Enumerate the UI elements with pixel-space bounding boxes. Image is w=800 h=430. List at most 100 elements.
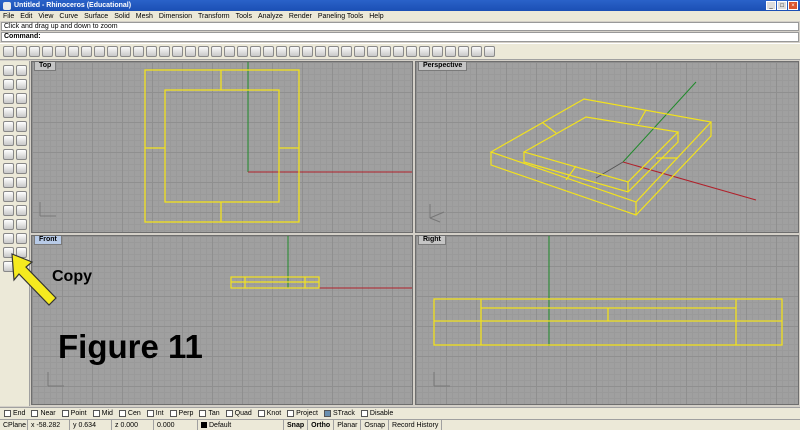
gumball-icon[interactable] (419, 46, 430, 57)
print-icon[interactable] (42, 46, 53, 57)
rendered-sphere-icon[interactable] (341, 46, 352, 57)
menu-analyze[interactable]: Analyze (258, 13, 283, 20)
zoom-extents-icon[interactable] (172, 46, 183, 57)
menu-solid[interactable]: Solid (114, 13, 130, 20)
osnap-disable[interactable]: Disable (360, 410, 393, 417)
menu-file[interactable]: File (3, 13, 14, 20)
ortho-toggle[interactable]: Ortho (308, 420, 335, 430)
snap-filter-icon[interactable] (445, 46, 456, 57)
minimize-icon[interactable]: _ (766, 1, 776, 10)
polyline-icon[interactable] (3, 79, 14, 90)
maximize-icon[interactable]: □ (777, 1, 787, 10)
viewport-front[interactable]: Front (31, 235, 413, 405)
menu-help[interactable]: Help (369, 13, 383, 20)
curve-icon[interactable] (16, 79, 27, 90)
join-icon[interactable] (3, 219, 14, 230)
boolean-icon[interactable] (16, 163, 27, 174)
cut-icon[interactable] (68, 46, 79, 57)
viewport-top[interactable]: Top (31, 61, 413, 233)
osnap-end[interactable]: End (4, 410, 25, 417)
osnap-checkbox[interactable] (146, 410, 154, 417)
undo-view-icon[interactable] (198, 46, 209, 57)
cylinder-icon[interactable] (16, 149, 27, 160)
osnap-checkbox[interactable] (257, 410, 265, 417)
cut-plane-icon[interactable] (458, 46, 469, 57)
osnap-project[interactable]: Project (287, 410, 318, 417)
extrude-icon[interactable] (16, 135, 27, 146)
viewport-label-top[interactable]: Top (34, 62, 57, 71)
cplane-icon[interactable] (224, 46, 235, 57)
material-icon[interactable] (380, 46, 391, 57)
light-bulb-icon[interactable] (276, 46, 287, 57)
menu-view[interactable]: View (38, 13, 53, 20)
import-icon[interactable] (55, 46, 66, 57)
viewport-label-right[interactable]: Right (418, 236, 446, 245)
osnap-checkbox[interactable] (4, 410, 11, 417)
zoom-selected-icon[interactable] (185, 46, 196, 57)
surface-icon[interactable] (3, 135, 14, 146)
osnap-perp[interactable]: Perp (169, 410, 193, 417)
ghosted-sphere-icon[interactable] (354, 46, 365, 57)
lock-icon[interactable] (263, 46, 274, 57)
menu-curve[interactable]: Curve (59, 13, 78, 20)
select-arrow-icon[interactable] (3, 65, 14, 76)
circle-icon[interactable] (3, 93, 14, 104)
osnap-mid[interactable]: Mid (92, 410, 113, 417)
osnap-checkbox[interactable] (92, 410, 100, 417)
render-icon[interactable] (367, 46, 378, 57)
explode-icon[interactable] (16, 219, 27, 230)
osnap-checkbox[interactable] (225, 410, 233, 417)
filter-icon[interactable] (432, 46, 443, 57)
undo-icon[interactable] (107, 46, 118, 57)
osnap-int[interactable]: Int (146, 410, 164, 417)
osnap-quad[interactable]: Quad (225, 410, 252, 417)
move-icon[interactable] (3, 233, 14, 244)
new-file-icon[interactable] (3, 46, 14, 57)
zoom-icon[interactable] (146, 46, 157, 57)
osnap-checkbox[interactable] (31, 410, 39, 417)
viewport-label-front[interactable]: Front (34, 236, 62, 245)
ellipse-icon[interactable] (3, 107, 14, 118)
offset-icon[interactable] (16, 191, 27, 202)
osnap-checkbox[interactable] (61, 410, 69, 417)
menu-surface[interactable]: Surface (84, 13, 108, 20)
split-icon[interactable] (16, 205, 27, 216)
command-input[interactable]: Command: (1, 32, 799, 42)
four-viewports-icon[interactable] (211, 46, 222, 57)
properties-icon[interactable] (302, 46, 313, 57)
dimension-icon[interactable] (16, 177, 27, 188)
osnap-checkbox[interactable] (118, 410, 126, 417)
zoom-window-icon[interactable] (159, 46, 170, 57)
menu-edit[interactable]: Edit (20, 13, 32, 20)
paneling-icon[interactable] (484, 46, 495, 57)
osnap-strack[interactable]: STrack (323, 410, 355, 417)
hide-icon[interactable] (250, 46, 261, 57)
shaded-sphere-icon[interactable] (328, 46, 339, 57)
planar-toggle[interactable]: Planar (334, 420, 362, 430)
osnap-checkbox[interactable] (169, 410, 177, 417)
record-history-toggle[interactable]: Record History (389, 420, 443, 430)
pan-icon[interactable] (120, 46, 131, 57)
color-wheel-icon[interactable] (315, 46, 326, 57)
viewport-perspective[interactable]: Perspective (415, 61, 799, 233)
polygon-icon[interactable] (3, 121, 14, 132)
layer-icon[interactable] (289, 46, 300, 57)
light-icon[interactable] (3, 177, 14, 188)
osnap-checkbox[interactable] (323, 410, 331, 417)
mesh-icon[interactable] (471, 46, 482, 57)
mesh-tool-icon[interactable] (3, 163, 14, 174)
paste-icon[interactable] (94, 46, 105, 57)
osnap-toggle[interactable]: Osnap (361, 420, 390, 430)
menu-render[interactable]: Render (289, 13, 312, 20)
viewport-label-perspective[interactable]: Perspective (418, 62, 468, 71)
copy-icon[interactable] (81, 46, 92, 57)
osnap-knot[interactable]: Knot (257, 410, 281, 417)
menu-mesh[interactable]: Mesh (136, 13, 153, 20)
trim-icon[interactable] (3, 205, 14, 216)
osnap-checkbox[interactable] (287, 410, 295, 417)
osnap-point[interactable]: Point (61, 410, 87, 417)
select-icon[interactable] (237, 46, 248, 57)
status-layer[interactable]: Default (198, 420, 284, 430)
save-icon[interactable] (29, 46, 40, 57)
open-file-icon[interactable] (16, 46, 27, 57)
